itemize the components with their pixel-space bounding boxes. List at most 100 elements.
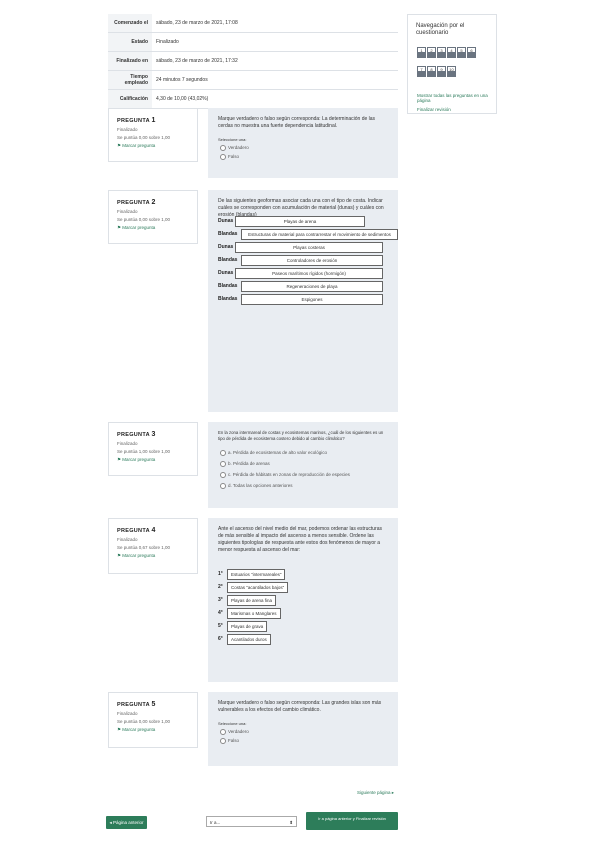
nav-question-button[interactable]: 4 — [447, 47, 456, 58]
match-label: Blandas — [218, 296, 238, 302]
question-content: Marque verdadero o falso según correspon… — [208, 692, 398, 766]
question-mark: Se puntúa 0,00 sobre 1,00 — [117, 135, 171, 140]
flag-question-link[interactable]: ⚑ Marcar pregunta — [117, 727, 197, 733]
summary-value: 4,30 de 10,00 (43,02%) — [156, 96, 209, 102]
question-content: En la zona intermareal de costas y ecosi… — [208, 422, 398, 508]
nav-question-button[interactable]: 8 — [427, 66, 436, 77]
question-content: Ante el ascenso del nivel medio del mar,… — [208, 518, 398, 682]
finish-review-button[interactable]: Ir a página anterior y Finalizar revisió… — [306, 812, 398, 830]
match-answer[interactable]: Regeneraciones de playa — [241, 281, 383, 292]
previous-page-button[interactable]: ◂ Página anterior — [106, 816, 147, 829]
question-mark: Se puntúa 0,00 sobre 1,00 — [117, 217, 171, 222]
flag-question-link[interactable]: ⚑ Marcar pregunta — [117, 143, 197, 149]
match-answer[interactable]: Playas de arena — [235, 216, 365, 227]
answer-option[interactable]: a. Pérdida de ecosistemas de alto valor … — [220, 450, 398, 456]
match-answer[interactable]: Espigones — [241, 294, 383, 305]
match-label: Blandas — [218, 257, 238, 263]
order-item[interactable]: Marismas o Manglares — [227, 608, 281, 619]
question-text: Marque verdadero o falso según correspon… — [218, 700, 382, 713]
radio-icon — [220, 154, 226, 160]
jump-to-select[interactable]: Ir a... ⬍ — [206, 816, 297, 827]
show-all-link[interactable]: Mostrar todas las preguntas en una págin… — [417, 93, 492, 103]
question-state: Finalizado — [117, 127, 138, 132]
match-answer[interactable]: Playas costeras — [235, 242, 383, 253]
question-mark: Se puntúa 1,00 sobre 1,00 — [117, 449, 171, 454]
answer-option[interactable]: Falso — [220, 738, 398, 744]
match-answer[interactable]: Controladores de erosión — [241, 255, 383, 266]
nav-question-button[interactable]: 10 — [447, 66, 456, 77]
order-rank: 4° — [218, 610, 223, 616]
question-mark: Se puntúa 0,00 sobre 1,00 — [117, 719, 171, 724]
match-answer[interactable]: Estructuras de material para contrarrest… — [241, 229, 398, 240]
radio-icon — [220, 472, 226, 478]
attempt-summary: Comenzado el sábado, 23 de marzo de 2021,… — [108, 14, 398, 109]
summary-label: Finalizado en — [108, 52, 152, 70]
radio-icon — [220, 145, 226, 151]
answer-option[interactable]: Verdadero — [220, 145, 398, 151]
question-info: PREGUNTA 3 Finalizado Se puntúa 1,00 sob… — [108, 422, 198, 476]
answer-option[interactable]: c. Pérdida de hábitats en zonas de repro… — [220, 472, 398, 478]
order-rank: 3° — [218, 597, 223, 603]
summary-label: Comenzado el — [108, 14, 152, 32]
question-number: PREGUNTA 1 — [117, 117, 156, 124]
nav-question-button[interactable]: 1 — [417, 47, 426, 58]
radio-icon — [220, 450, 226, 456]
summary-row: Tiempo empleado 24 minutos 7 segundos — [108, 71, 398, 90]
summary-value: sábado, 23 de marzo de 2021, 17:08 — [156, 20, 238, 26]
summary-row: Calificación 4,30 de 10,00 (43,02%) — [108, 90, 398, 109]
summary-value: Finalizado — [156, 39, 179, 45]
summary-value: 24 minutos 7 segundos — [156, 77, 208, 83]
nav-question-button[interactable]: 5 — [457, 47, 466, 58]
nav-question-button[interactable]: 6 — [467, 47, 476, 58]
nav-button-grid: 123456 7 8 9 10 — [417, 47, 489, 85]
question-text: Ante el ascenso del nivel medio del mar,… — [218, 526, 382, 553]
question-number: PREGUNTA 2 — [117, 199, 156, 206]
question-number: PREGUNTA 4 — [117, 527, 156, 534]
summary-label: Estado — [108, 33, 152, 51]
finish-review-link[interactable]: Finalizar revisión — [417, 107, 451, 112]
summary-row: Finalizado en sábado, 23 de marzo de 2021… — [108, 52, 398, 71]
order-rank: 2° — [218, 584, 223, 590]
nav-question-button[interactable]: 7 — [417, 66, 426, 77]
question-state: Finalizado — [117, 537, 138, 542]
order-item[interactable]: Acantilados duros — [227, 634, 271, 645]
order-item[interactable]: Playas de arena fina — [227, 595, 277, 606]
nav-question-button[interactable]: 3 — [437, 47, 446, 58]
order-item[interactable]: Costas "acantilados bajos" — [227, 582, 289, 593]
quiz-navigation-panel: Navegación por el cuestionario 123456 78… — [407, 14, 497, 114]
match-label: Dunas — [218, 244, 234, 250]
order-rank: 6° — [218, 636, 223, 642]
answer-option[interactable]: Falso — [220, 154, 398, 160]
match-label: Blandas — [218, 231, 238, 237]
question-state: Finalizado — [117, 711, 138, 716]
summary-row: Estado Finalizado — [108, 33, 398, 52]
summary-label: Tiempo empleado — [108, 71, 152, 89]
select-label: Seleccione una: — [218, 721, 247, 726]
answer-option[interactable]: Verdadero — [220, 729, 398, 735]
summary-label: Calificación — [108, 90, 152, 108]
answer-option[interactable]: b. Pérdida de arenas — [220, 461, 398, 467]
question-number: PREGUNTA 5 — [117, 701, 156, 708]
summary-row: Comenzado el sábado, 23 de marzo de 2021,… — [108, 14, 398, 33]
answer-option[interactable]: d. Todas las opciones anteriores — [220, 483, 398, 489]
select-label: Seleccione una: — [218, 137, 247, 142]
order-rank: 5° — [218, 623, 223, 629]
radio-icon — [220, 483, 226, 489]
radio-icon — [220, 461, 226, 467]
next-page-link[interactable]: Siguiente página ▸ — [357, 790, 394, 796]
question-state: Finalizado — [117, 209, 138, 214]
order-item[interactable]: Estuarios "intermareales" — [227, 569, 286, 580]
flag-question-link[interactable]: ⚑ Marcar pregunta — [117, 457, 197, 463]
order-item[interactable]: Playas de grava — [227, 621, 268, 632]
flag-question-link[interactable]: ⚑ Marcar pregunta — [117, 225, 197, 231]
nav-question-button[interactable]: 2 — [427, 47, 436, 58]
question-info: PREGUNTA 2 Finalizado Se puntúa 0,00 sob… — [108, 190, 198, 244]
flag-question-link[interactable]: ⚑ Marcar pregunta — [117, 553, 197, 559]
nav-question-button[interactable]: 9 — [437, 66, 446, 77]
question-info: PREGUNTA 1 Finalizado Se puntúa 0,00 sob… — [108, 108, 198, 162]
match-answer[interactable]: Paseos marítimos rígidos (hormigón) — [235, 268, 383, 279]
radio-icon — [220, 738, 226, 744]
question-text: En la zona intermareal de costas y ecosi… — [218, 430, 384, 441]
nav-title: Navegación por el cuestionario — [416, 23, 465, 36]
match-label: Dunas — [218, 270, 234, 276]
